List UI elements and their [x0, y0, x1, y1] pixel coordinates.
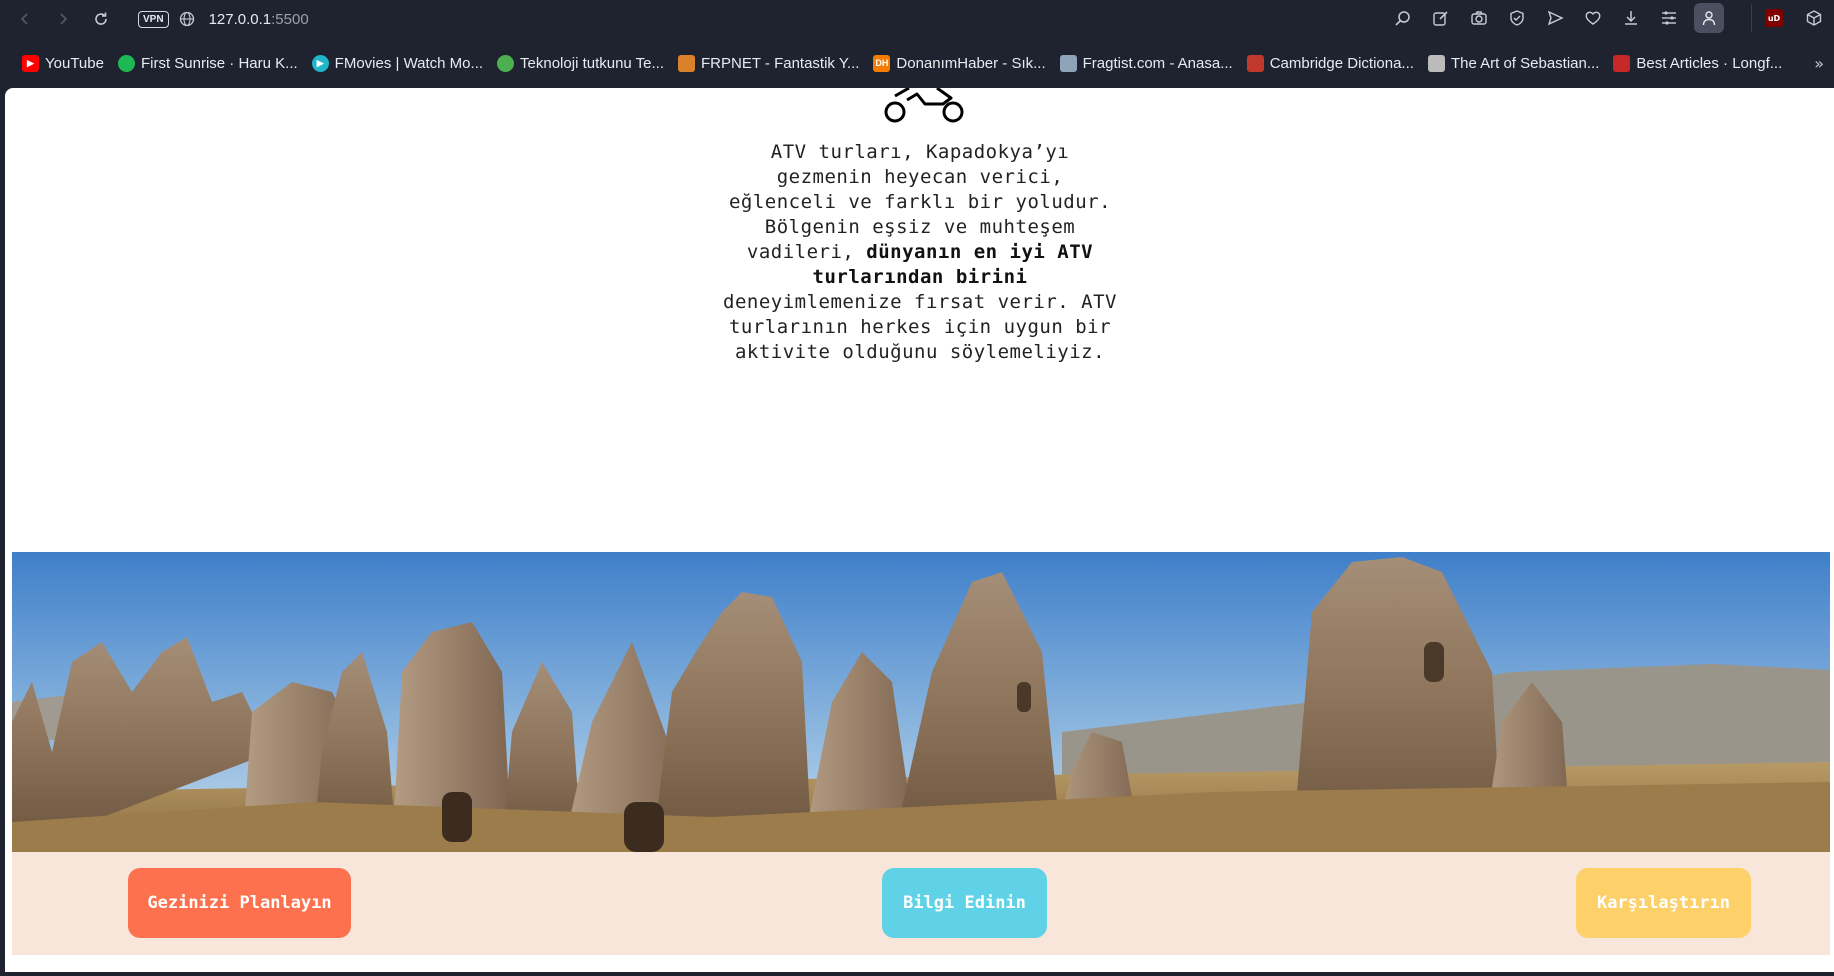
bookmark-item[interactable]: Fragtist.com - Anasa...: [1059, 54, 1233, 72]
intro-text-part2: deneyimlemenize fırsat verir. ATV turlar…: [723, 291, 1117, 363]
edit-button[interactable]: [1424, 3, 1458, 33]
send-button[interactable]: [1538, 3, 1572, 33]
bookmark-item[interactable]: First Sunrise · Haru K...: [117, 54, 298, 72]
extensions-area: uD: [1754, 0, 1834, 36]
cappadocia-banner-image: [12, 552, 1830, 852]
browser-toolbar: VPN 127.0.0.1:5500 uD: [0, 0, 1834, 38]
bookmark-label: Cambridge Dictiona...: [1269, 54, 1414, 72]
compare-button[interactable]: Karşılaştırın: [1576, 868, 1751, 938]
bookmark-item[interactable]: Best Articles · Longf...: [1613, 54, 1783, 72]
reload-icon: [95, 12, 107, 25]
extensions-cube-icon[interactable]: [1805, 9, 1823, 27]
chevron-left-icon: [20, 13, 28, 25]
cta-strip: Gezinizi Planlayın Bilgi Edinin Karşılaş…: [12, 852, 1830, 955]
art-icon: [1427, 54, 1445, 72]
plan-trip-button[interactable]: Gezinizi Planlayın: [128, 868, 351, 938]
play-icon: ▶: [311, 54, 329, 72]
bookmark-item[interactable]: ▶ FMovies | Watch Mo...: [311, 54, 484, 72]
favorites-button[interactable]: [1576, 3, 1610, 33]
globe-icon[interactable]: [179, 11, 195, 27]
back-button[interactable]: [6, 1, 44, 37]
download-icon: [1625, 11, 1637, 25]
reload-button[interactable]: [82, 1, 120, 37]
address-bar[interactable]: 127.0.0.1:5500: [209, 11, 309, 28]
bookmark-item[interactable]: ▶ YouTube: [22, 54, 104, 72]
bookmark-label: Fragtist.com - Anasa...: [1082, 54, 1233, 72]
cambridge-icon: [1246, 54, 1264, 72]
forward-button[interactable]: [44, 1, 82, 37]
atv-icon: [884, 88, 964, 123]
toolbar-separator: [1751, 4, 1752, 32]
search-page-button[interactable]: [1386, 3, 1420, 33]
vpn-badge[interactable]: VPN: [138, 10, 169, 28]
camera-icon: [1471, 11, 1487, 25]
bookmark-item[interactable]: Teknoloji tutkunu Te...: [497, 54, 665, 72]
shield-icon: [1510, 10, 1524, 26]
dh-icon: DH: [873, 54, 891, 72]
bookmark-label: FMovies | Watch Mo...: [334, 54, 484, 72]
bookmark-label: The Art of Sebastian...: [1450, 54, 1600, 72]
window-bottom-edge: [0, 972, 1834, 976]
url-host: 127.0.0.1: [208, 10, 272, 28]
bookmark-label: First Sunrise · Haru K...: [140, 54, 298, 72]
bookmarks-overflow-icon[interactable]: »: [1814, 46, 1824, 80]
profile-button[interactable]: [1694, 3, 1724, 33]
page-viewport: ATV turları, Kapadokya’yı gezmenin heyec…: [5, 88, 1834, 972]
get-info-button[interactable]: Bilgi Edinin: [882, 868, 1047, 938]
sliders-icon: [1662, 11, 1676, 25]
bookmark-item[interactable]: FRPNET - Fantastik Y...: [678, 54, 860, 72]
bookmark-label: YouTube: [45, 54, 104, 72]
shield-button[interactable]: [1500, 3, 1534, 33]
bookmark-item[interactable]: Cambridge Dictiona...: [1246, 54, 1414, 72]
edit-icon: [1433, 11, 1448, 26]
snapshot-button[interactable]: [1462, 3, 1496, 33]
downloads-button[interactable]: [1614, 3, 1648, 33]
url-port: :5500: [271, 10, 309, 28]
bookmarks-bar: ▶ YouTube First Sunrise · Haru K... ▶ FMovie…: [0, 46, 1834, 80]
toolbar-actions: [1386, 0, 1724, 36]
bookmark-label: Best Articles · Longf...: [1636, 54, 1783, 72]
send-icon: [1547, 10, 1564, 26]
chevron-right-icon: [60, 13, 68, 25]
user-icon: [1702, 11, 1716, 26]
power-icon: [497, 54, 515, 72]
search-icon: [1395, 11, 1410, 26]
bookmark-item[interactable]: The Art of Sebastian...: [1427, 54, 1600, 72]
intro-paragraph: ATV turları, Kapadokya’yı gezmenin heyec…: [720, 140, 1120, 365]
ublock-icon[interactable]: uD: [1765, 9, 1783, 27]
youtube-icon: ▶: [22, 54, 39, 72]
easy-setup-button[interactable]: [1652, 3, 1686, 33]
bookmark-item[interactable]: DH DonanımHaber - Sık...: [873, 54, 1046, 72]
bookmark-label: Teknoloji tutkunu Te...: [520, 54, 665, 72]
longform-icon: [1613, 54, 1631, 72]
bookmark-label: DonanımHaber - Sık...: [896, 54, 1046, 72]
fragtist-icon: [1059, 54, 1077, 72]
heart-icon: [1585, 11, 1601, 25]
bookmark-label: FRPNET - Fantastik Y...: [701, 54, 860, 72]
frpnet-icon: [678, 54, 696, 72]
spotify-icon: [117, 54, 135, 72]
